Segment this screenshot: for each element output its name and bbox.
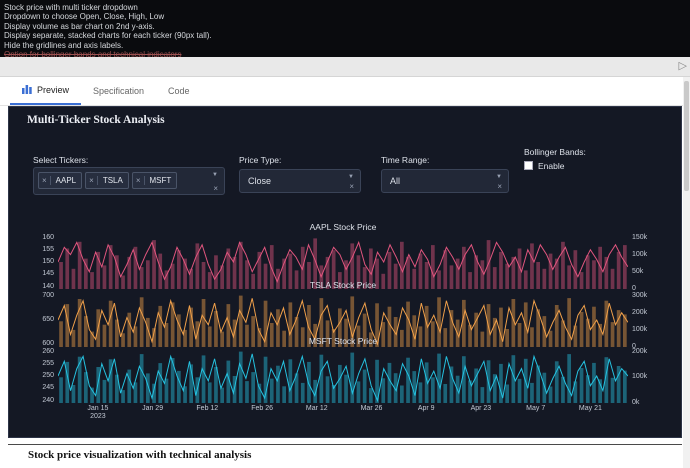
y2-axis-tick: 100k	[632, 325, 648, 333]
x-axis-tick: Jan 29	[142, 405, 164, 412]
x-axis-tick: Apr 9	[417, 405, 435, 412]
app-window: Stock price with multi ticker dropdown Dr…	[0, 0, 690, 468]
spec-line: Display volume as bar chart on 2nd y-axi…	[4, 21, 155, 31]
tab-label: Specification	[93, 86, 145, 96]
y2-axis-tick: 300k	[632, 291, 648, 299]
y-axis-tick: 145	[42, 270, 54, 278]
y-axis-tick: 700	[42, 291, 54, 299]
spec-line: Display separate, stacked charts for eac…	[4, 31, 212, 41]
tab-label: Preview	[37, 85, 70, 95]
x-axis-tick: Apr 23	[470, 405, 492, 412]
section-divider	[8, 444, 682, 445]
y-axis-tick: 255	[42, 359, 54, 367]
x-axis-tick: Feb 26	[251, 405, 273, 412]
spec-editor[interactable]: Stock price with multi ticker dropdown Dr…	[0, 0, 690, 57]
scrollbar-thumb[interactable]	[684, 81, 689, 191]
y-axis-tick: 260	[42, 347, 54, 355]
footer-heading: Stock price visualization with technical…	[28, 449, 252, 461]
msft-chart-title: MSFT Stock Price	[308, 336, 378, 346]
y2-axis-tick: 50k	[632, 268, 644, 276]
x-axis-tick: Mar 12	[305, 405, 328, 412]
tsla-chart-title: TSLA Stock Price	[309, 280, 377, 290]
preview-panel: Multi-Ticker Stock Analysis Select Ticke…	[8, 106, 682, 438]
spec-line: Dropdown to choose Open, Close, High, Lo…	[4, 12, 165, 22]
tab-preview[interactable]: Preview	[10, 77, 82, 105]
charts-layer: AAPL Stock Price 160 155 150 145 140 150k 100k 5…	[9, 107, 681, 437]
spec-line-struck: Option for bollinger bands and technical…	[4, 50, 182, 57]
spec-line: Stock price with multi ticker dropdown	[4, 3, 138, 12]
y2-axis-tick: 200k	[632, 347, 648, 355]
x-axis-tick: Feb 12	[196, 405, 219, 412]
run-strip: ▷	[0, 57, 690, 77]
tabbar: Preview Specification Code	[0, 77, 684, 106]
y2-axis-tick: 0k	[632, 399, 640, 406]
scrollbar-track[interactable]	[683, 77, 690, 468]
y2-axis-tick: 150k	[632, 234, 648, 242]
x-axis-tick: May 7	[526, 405, 546, 412]
y-axis-tick: 150	[42, 258, 54, 265]
y2-axis-tick: 100k	[632, 251, 648, 259]
y-axis-tick: 245	[42, 384, 54, 392]
tab-specification[interactable]: Specification	[81, 77, 156, 105]
spec-line: Hide the gridlines and axis labels.	[4, 40, 124, 50]
aapl-chart-title: AAPL Stock Price	[309, 222, 377, 232]
y-axis-tick: 160	[42, 233, 54, 241]
y2-axis-tick: 100k	[632, 373, 648, 381]
msft-chart[interactable]	[58, 349, 628, 403]
y-axis-tick: 650	[42, 316, 54, 323]
y-axis-tick: 250	[42, 372, 54, 379]
y-axis-tick: 155	[42, 245, 54, 253]
y2-axis-tick: 200k	[632, 308, 648, 316]
y-axis-tick: 240	[42, 396, 54, 404]
x-axis-tick: May 21	[578, 405, 602, 412]
x-axis-tick: Mar 26	[360, 405, 383, 412]
tab-label: Code	[168, 86, 190, 96]
y-axis-tick: 140	[42, 282, 54, 290]
x-axis-tick: Jan 15 2023	[87, 405, 109, 420]
bar-chart-icon	[22, 84, 32, 96]
run-button[interactable]: ▷	[679, 59, 687, 73]
tab-code[interactable]: Code	[156, 77, 202, 105]
